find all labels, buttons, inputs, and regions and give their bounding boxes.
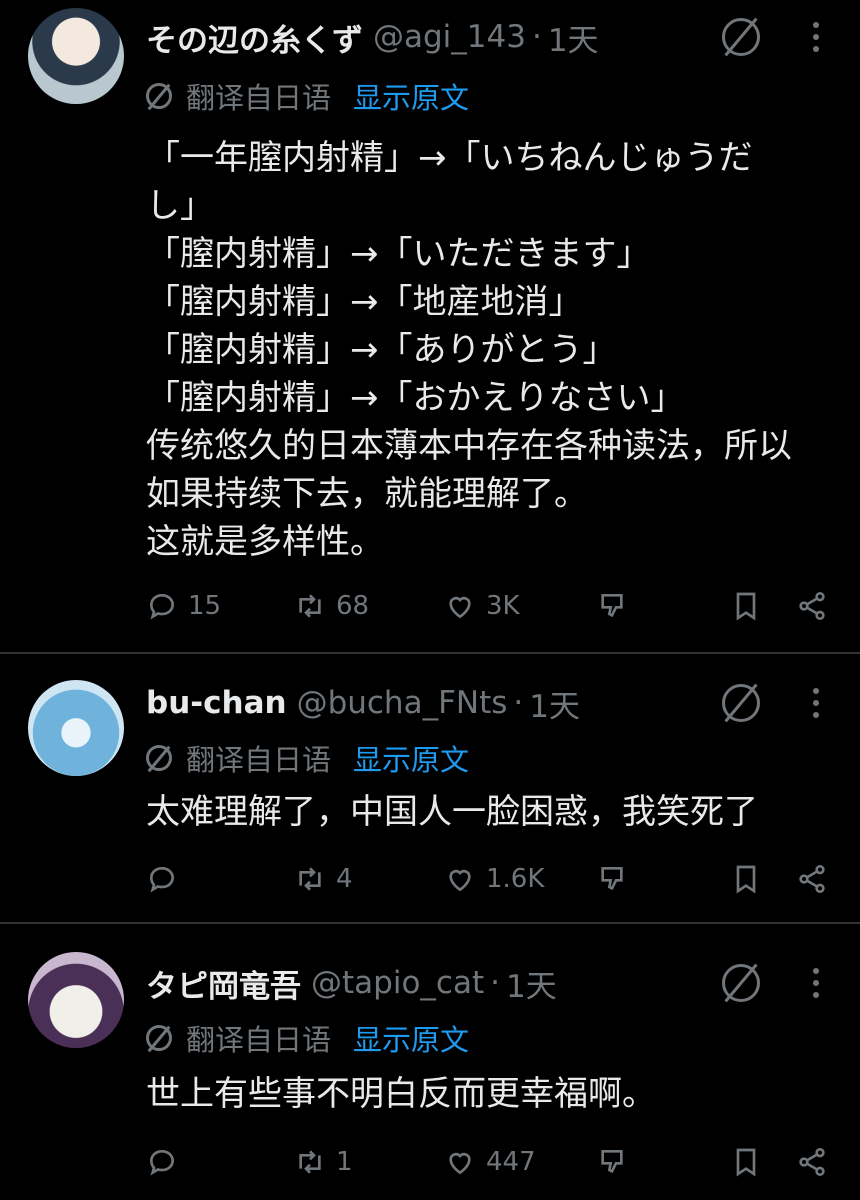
translation-bar: 翻译自日语 显示原文 bbox=[146, 76, 469, 116]
translation-bar: 翻译自日语 显示原文 bbox=[146, 1018, 469, 1058]
retweet-button[interactable]: 1 bbox=[294, 1142, 353, 1182]
translate-icon bbox=[146, 745, 172, 771]
retweet-count: 68 bbox=[336, 591, 370, 621]
downvote-button[interactable] bbox=[596, 1142, 638, 1182]
retweet-icon bbox=[299, 1150, 321, 1174]
timestamp[interactable]: 1天 bbox=[548, 15, 599, 60]
translate-icon bbox=[146, 83, 172, 109]
share-button[interactable] bbox=[796, 859, 838, 899]
reply-count: 15 bbox=[188, 591, 222, 621]
reply-icon bbox=[149, 866, 175, 893]
action-bar: 15 68 3K bbox=[146, 586, 836, 626]
tweet[interactable]: タピ岡竜吾 @tapio_cat · 1天 翻译自日语 显示原文 世上有些事不明… bbox=[0, 924, 860, 1200]
like-count: 1.6K bbox=[486, 864, 545, 894]
heart-icon bbox=[449, 596, 471, 619]
bookmark-button[interactable] bbox=[730, 1142, 772, 1182]
more-icon[interactable] bbox=[808, 680, 824, 726]
avatar[interactable] bbox=[28, 680, 124, 776]
tweet-header: その辺の糸くず @agi_143 · 1天 bbox=[146, 14, 599, 60]
author-handle[interactable]: @agi_143 bbox=[373, 19, 526, 55]
tweet-text: 太难理解了，中国人一脸困惑，我笑死了 bbox=[146, 788, 836, 836]
tweet-text: 「一年膣内射精」→「いちねんじゅうだ し」 「膣内射精」→「いただきます」 「膣… bbox=[146, 134, 836, 566]
reply-icon bbox=[149, 1149, 175, 1176]
reply-button[interactable]: 15 bbox=[146, 586, 221, 626]
bookmark-button[interactable] bbox=[730, 586, 772, 626]
author-name[interactable]: その辺の糸くず bbox=[146, 15, 363, 60]
author-handle[interactable]: @tapio_cat bbox=[311, 965, 484, 1001]
heart-icon bbox=[449, 1152, 471, 1175]
separator-dot: · bbox=[513, 685, 524, 721]
text-line: 「膣内射精」→「地産地消」 bbox=[146, 282, 583, 322]
tweet[interactable]: その辺の糸くず @agi_143 · 1天 翻译自日语 显示原文 「一年膣内射精… bbox=[0, 0, 860, 652]
action-bar: 4 1.6K bbox=[146, 859, 836, 899]
retweet-count: 4 bbox=[336, 864, 353, 894]
text-line: 这就是多样性。 bbox=[146, 522, 384, 562]
text-line: 「膣内射精」→「いただきます」 bbox=[146, 234, 651, 274]
text-line: 世上有些事不明白反而更幸福啊。 bbox=[146, 1074, 656, 1114]
bookmark-icon bbox=[736, 865, 756, 894]
timestamp[interactable]: 1天 bbox=[529, 681, 580, 726]
heart-icon bbox=[449, 869, 471, 892]
separator-dot: · bbox=[531, 19, 542, 55]
share-icon bbox=[799, 865, 825, 893]
share-button[interactable] bbox=[796, 1142, 838, 1182]
downvote-button[interactable] bbox=[596, 586, 638, 626]
bookmark-icon bbox=[736, 1148, 756, 1177]
like-count: 3K bbox=[486, 591, 520, 621]
reply-button[interactable] bbox=[146, 859, 188, 899]
downvote-icon bbox=[601, 1150, 623, 1174]
translated-from-label: 翻译自日语 bbox=[186, 743, 332, 777]
retweet-button[interactable]: 68 bbox=[294, 586, 369, 626]
author-name[interactable]: bu-chan bbox=[146, 685, 287, 721]
like-button[interactable]: 447 bbox=[444, 1142, 536, 1182]
grok-icon[interactable] bbox=[722, 684, 760, 722]
text-line: 传统悠久的日本薄本中存在各种读法，所以 bbox=[146, 426, 792, 466]
show-original-link[interactable]: 显示原文 bbox=[353, 1017, 469, 1059]
more-icon[interactable] bbox=[808, 960, 824, 1006]
reply-icon bbox=[149, 593, 175, 620]
tweet-text: 世上有些事不明白反而更幸福啊。 bbox=[146, 1070, 836, 1118]
timestamp[interactable]: 1天 bbox=[506, 961, 557, 1006]
translation-bar: 翻译自日语 显示原文 bbox=[146, 738, 469, 778]
translate-icon bbox=[146, 1025, 172, 1051]
more-icon[interactable] bbox=[808, 14, 824, 60]
like-button[interactable]: 1.6K bbox=[444, 859, 544, 899]
retweet-count: 1 bbox=[336, 1147, 353, 1177]
action-bar: 1 447 bbox=[146, 1142, 836, 1182]
retweet-icon bbox=[299, 867, 321, 891]
translated-from-label: 翻译自日语 bbox=[186, 1023, 332, 1057]
text-line: 太难理解了，中国人一脸困惑，我笑死了 bbox=[146, 792, 758, 832]
translated-from-label: 翻译自日语 bbox=[186, 81, 332, 115]
tweet[interactable]: bu-chan @bucha_FNts · 1天 翻译自日语 显示原文 太难理解… bbox=[0, 654, 860, 922]
text-line: 「一年膣内射精」→「いちねんじゅうだ bbox=[146, 138, 753, 178]
avatar[interactable] bbox=[28, 8, 124, 104]
text-line: 「膣内射精」→「おかえりなさい」 bbox=[146, 378, 685, 418]
author-handle[interactable]: @bucha_FNts bbox=[297, 685, 508, 721]
share-icon bbox=[799, 592, 825, 620]
tweet-header: bu-chan @bucha_FNts · 1天 bbox=[146, 680, 580, 726]
downvote-icon bbox=[601, 594, 623, 618]
share-button[interactable] bbox=[796, 586, 838, 626]
grok-icon[interactable] bbox=[722, 964, 760, 1002]
avatar[interactable] bbox=[28, 952, 124, 1048]
like-count: 447 bbox=[486, 1147, 536, 1177]
text-line: し」 bbox=[146, 186, 214, 226]
retweet-icon bbox=[299, 594, 321, 618]
share-icon bbox=[799, 1148, 825, 1176]
author-name[interactable]: タピ岡竜吾 bbox=[146, 961, 301, 1006]
downvote-button[interactable] bbox=[596, 859, 638, 899]
grok-icon[interactable] bbox=[722, 18, 760, 56]
text-line: 「膣内射精」→「ありがとう」 bbox=[146, 330, 617, 370]
bookmark-icon bbox=[736, 592, 756, 621]
show-original-link[interactable]: 显示原文 bbox=[353, 75, 469, 117]
bookmark-button[interactable] bbox=[730, 859, 772, 899]
text-line: 如果持续下去，就能理解了。 bbox=[146, 474, 588, 514]
reply-button[interactable] bbox=[146, 1142, 188, 1182]
like-button[interactable]: 3K bbox=[444, 586, 520, 626]
downvote-icon bbox=[601, 867, 623, 891]
tweet-header: タピ岡竜吾 @tapio_cat · 1天 bbox=[146, 960, 557, 1006]
retweet-button[interactable]: 4 bbox=[294, 859, 353, 899]
show-original-link[interactable]: 显示原文 bbox=[353, 737, 469, 779]
separator-dot: · bbox=[490, 965, 500, 1001]
